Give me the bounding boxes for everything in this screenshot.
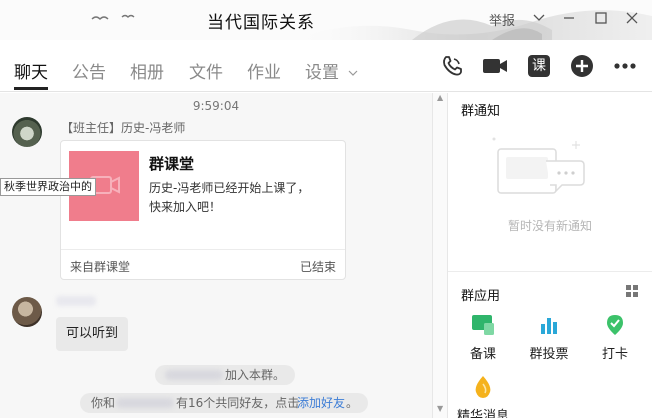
- app-label: 精华消息: [456, 409, 509, 418]
- checkin-icon: [603, 313, 627, 337]
- friends-prefix: 你和: [91, 396, 116, 410]
- app-vote[interactable]: 群投票: [519, 313, 579, 362]
- tooltip: 秋季世界政治中的: [0, 178, 96, 196]
- blurred-name: [165, 370, 223, 380]
- app-label: 群投票: [529, 347, 569, 362]
- app-label: 打卡: [601, 347, 628, 362]
- class-icon[interactable]: 课: [525, 52, 553, 80]
- card-divider: [61, 249, 345, 250]
- scroll-up-icon[interactable]: ▲: [437, 93, 443, 102]
- tab-bar: 聊天 公告 相册 文件 作业 设置 课: [0, 40, 652, 92]
- maximize-icon[interactable]: [590, 7, 612, 29]
- class-button-label: 课: [528, 55, 550, 77]
- chat-area[interactable]: 9:59:04 【班主任】历史-冯老师 群课堂 历史-冯老师已经开始上课了，快来…: [0, 93, 432, 418]
- empty-notice-icon: [492, 137, 585, 194]
- vote-icon: [537, 313, 561, 337]
- close-icon[interactable]: [621, 7, 643, 29]
- add-friend-link[interactable]: 添加好友: [297, 393, 345, 413]
- right-panel: 群通知 暂时没有新通知 群应用 备课 群投票 打卡 精华消息: [448, 93, 652, 418]
- chevron-down-icon: [348, 70, 358, 76]
- card-status: 已结束: [299, 260, 336, 274]
- card-source: 来自群课堂: [70, 260, 131, 274]
- message-timestamp: 9:59:04: [192, 99, 240, 113]
- sender-name-blurred: [56, 296, 96, 306]
- avatar[interactable]: [12, 117, 42, 147]
- class-card[interactable]: 群课堂 历史-冯老师已经开始上课了，快来加入吧！ 来自群课堂 已结束: [60, 140, 346, 280]
- app-label: 备课: [469, 347, 496, 362]
- window-title: 当代国际关系: [207, 13, 315, 33]
- empty-notice-text: 暂时没有新通知: [507, 219, 592, 233]
- chevron-down-icon[interactable]: [528, 7, 550, 29]
- notice-title[interactable]: 群通知: [461, 100, 500, 119]
- tab-settings[interactable]: 设置: [305, 58, 358, 83]
- tab-files[interactable]: 文件: [189, 58, 223, 83]
- system-join-notice: 加入本群。: [155, 365, 295, 385]
- more-icon[interactable]: [611, 52, 639, 80]
- system-friends-notice: 你和 有16个共同好友，点击 添加好友 。: [80, 393, 368, 413]
- message-bubble[interactable]: 可以听到: [56, 317, 129, 351]
- add-icon[interactable]: [568, 52, 596, 80]
- video-call-icon[interactable]: [481, 52, 509, 80]
- panel-splitter[interactable]: ▲ ▼: [432, 93, 448, 418]
- active-tab-indicator: [14, 87, 48, 90]
- minimize-icon[interactable]: [558, 7, 580, 29]
- avatar[interactable]: [12, 297, 42, 327]
- phone-icon[interactable]: [438, 52, 466, 80]
- tab-album[interactable]: 相册: [130, 58, 164, 83]
- card-title: 群课堂: [149, 155, 195, 173]
- card-description: 历史-冯老师已经开始上课了，快来加入吧！: [149, 181, 310, 214]
- app-checkin[interactable]: 打卡: [585, 313, 645, 362]
- tab-chat[interactable]: 聊天: [14, 58, 48, 83]
- join-text: 加入本群。: [225, 368, 286, 382]
- sender-name[interactable]: 【班主任】历史-冯老师: [61, 119, 185, 136]
- tab-announcement[interactable]: 公告: [72, 58, 106, 83]
- report-button[interactable]: 举报: [489, 10, 515, 29]
- prepare-lesson-icon: [471, 313, 495, 337]
- grid-icon[interactable]: [626, 285, 638, 297]
- panel-divider: [448, 271, 652, 272]
- tab-settings-label: 设置: [305, 63, 339, 83]
- tab-homework[interactable]: 作业: [247, 58, 281, 83]
- title-bar: 当代国际关系 举报: [0, 0, 652, 40]
- app-highlight[interactable]: 精华消息: [453, 375, 513, 418]
- apps-title[interactable]: 群应用: [461, 285, 500, 304]
- highlight-icon: [471, 375, 495, 399]
- app-prepare-lesson[interactable]: 备课: [453, 313, 513, 362]
- blurred-name: [116, 398, 174, 408]
- scroll-down-icon[interactable]: ▼: [437, 404, 443, 413]
- friends-middle: 有16个共同好友，点击: [176, 396, 300, 410]
- friends-suffix: 。: [346, 396, 359, 410]
